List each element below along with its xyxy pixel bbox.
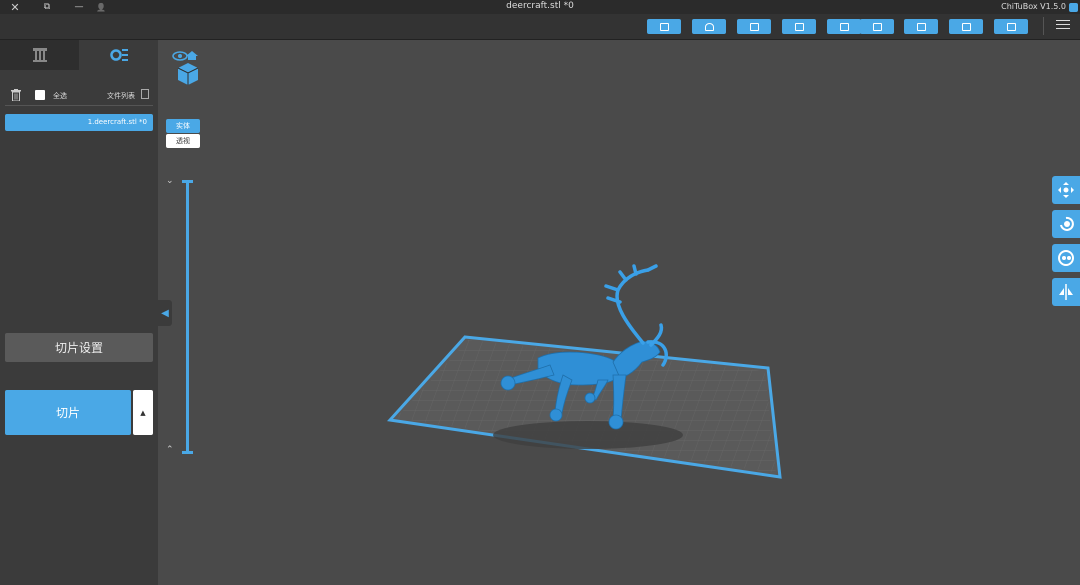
move-icon: [1058, 182, 1074, 198]
layer-slider[interactable]: [186, 180, 189, 454]
tab-model-list[interactable]: [79, 40, 158, 70]
printer-icon: [659, 22, 669, 31]
minimize-button[interactable]: —: [72, 0, 86, 14]
file-item-label: 1.deercraft.stl *0: [87, 118, 147, 126]
mirror-icon: [1059, 284, 1073, 300]
toolbar: [0, 14, 1080, 40]
move-tool-button[interactable]: [1052, 176, 1080, 204]
slice-dropdown-button[interactable]: ▲: [133, 390, 153, 435]
rotate-icon: [1060, 216, 1074, 231]
folder-icon: [1006, 22, 1016, 31]
slider-bottom-handle[interactable]: [182, 451, 193, 454]
import-icon: [839, 22, 849, 31]
gear-list-icon: [109, 49, 128, 61]
slider-top-handle[interactable]: [182, 180, 193, 183]
file-list-header: 全选 文件列表: [5, 88, 153, 106]
export-button[interactable]: [860, 19, 894, 34]
open-file-button[interactable]: [904, 19, 938, 34]
view-cube-icon[interactable]: [172, 50, 202, 86]
list-item[interactable]: 1.deercraft.stl *0: [5, 114, 153, 131]
repair-button[interactable]: [782, 19, 816, 34]
window-title: deercraft.stl *0: [506, 1, 574, 11]
print-settings-button[interactable]: [647, 19, 681, 34]
hamburger-menu-icon[interactable]: [1056, 17, 1070, 31]
slice-settings-button[interactable]: 切片设置: [5, 333, 153, 362]
left-panel: 全选 文件列表 1.deercraft.stl *0 切片设置 切片 ▲: [0, 40, 158, 585]
slider-up-arrow[interactable]: ⌃: [166, 445, 174, 455]
import-button[interactable]: [827, 19, 861, 34]
panel-tab-bar: [0, 40, 158, 70]
transparent-view-button[interactable]: 透视: [166, 134, 200, 148]
select-all-checkbox[interactable]: [35, 90, 45, 100]
open-project-button[interactable]: [994, 19, 1028, 34]
scene-canvas[interactable]: [158, 40, 1080, 585]
slice-button[interactable]: 切片: [5, 390, 131, 435]
layout-icon: [749, 22, 759, 31]
title-bar: ✕ ⧉ — 👤 deercraft.stl *0 ChiTuBox V1.5.0: [0, 0, 1080, 14]
open-file-icon: [916, 22, 926, 31]
layout-button[interactable]: [737, 19, 771, 34]
restore-button[interactable]: ⧉: [40, 0, 54, 14]
save-project-button[interactable]: [949, 19, 983, 34]
app-name: ChiTuBox V1.5.0: [1001, 2, 1066, 11]
user-icon[interactable]: 👤: [94, 0, 108, 14]
solid-view-button[interactable]: 实体: [166, 119, 200, 133]
3d-viewport[interactable]: [158, 40, 1080, 585]
export-icon: [872, 22, 882, 31]
file-list-label: 文件列表: [107, 92, 135, 100]
save-icon: [961, 22, 971, 31]
support-icon: [704, 22, 714, 31]
panel-collapse-handle[interactable]: ◀: [158, 300, 172, 326]
toolbar-divider: [1043, 17, 1044, 35]
scale-icon: [1058, 250, 1074, 266]
mirror-tool-button[interactable]: [1052, 278, 1080, 306]
select-all-label: 全选: [53, 92, 67, 100]
trash-icon[interactable]: [11, 89, 21, 101]
tab-support-settings[interactable]: [0, 40, 79, 70]
app-logo-icon: [1069, 3, 1078, 12]
slider-down-arrow[interactable]: ⌄: [166, 176, 174, 186]
support-button[interactable]: [692, 19, 726, 34]
repair-icon: [794, 22, 804, 31]
rotate-tool-button[interactable]: [1052, 210, 1080, 238]
close-button[interactable]: ✕: [8, 0, 22, 14]
scale-tool-button[interactable]: [1052, 244, 1080, 272]
file-list-icon: [141, 89, 149, 99]
pillar-icon: [32, 48, 47, 62]
model-shadow: [493, 421, 683, 449]
